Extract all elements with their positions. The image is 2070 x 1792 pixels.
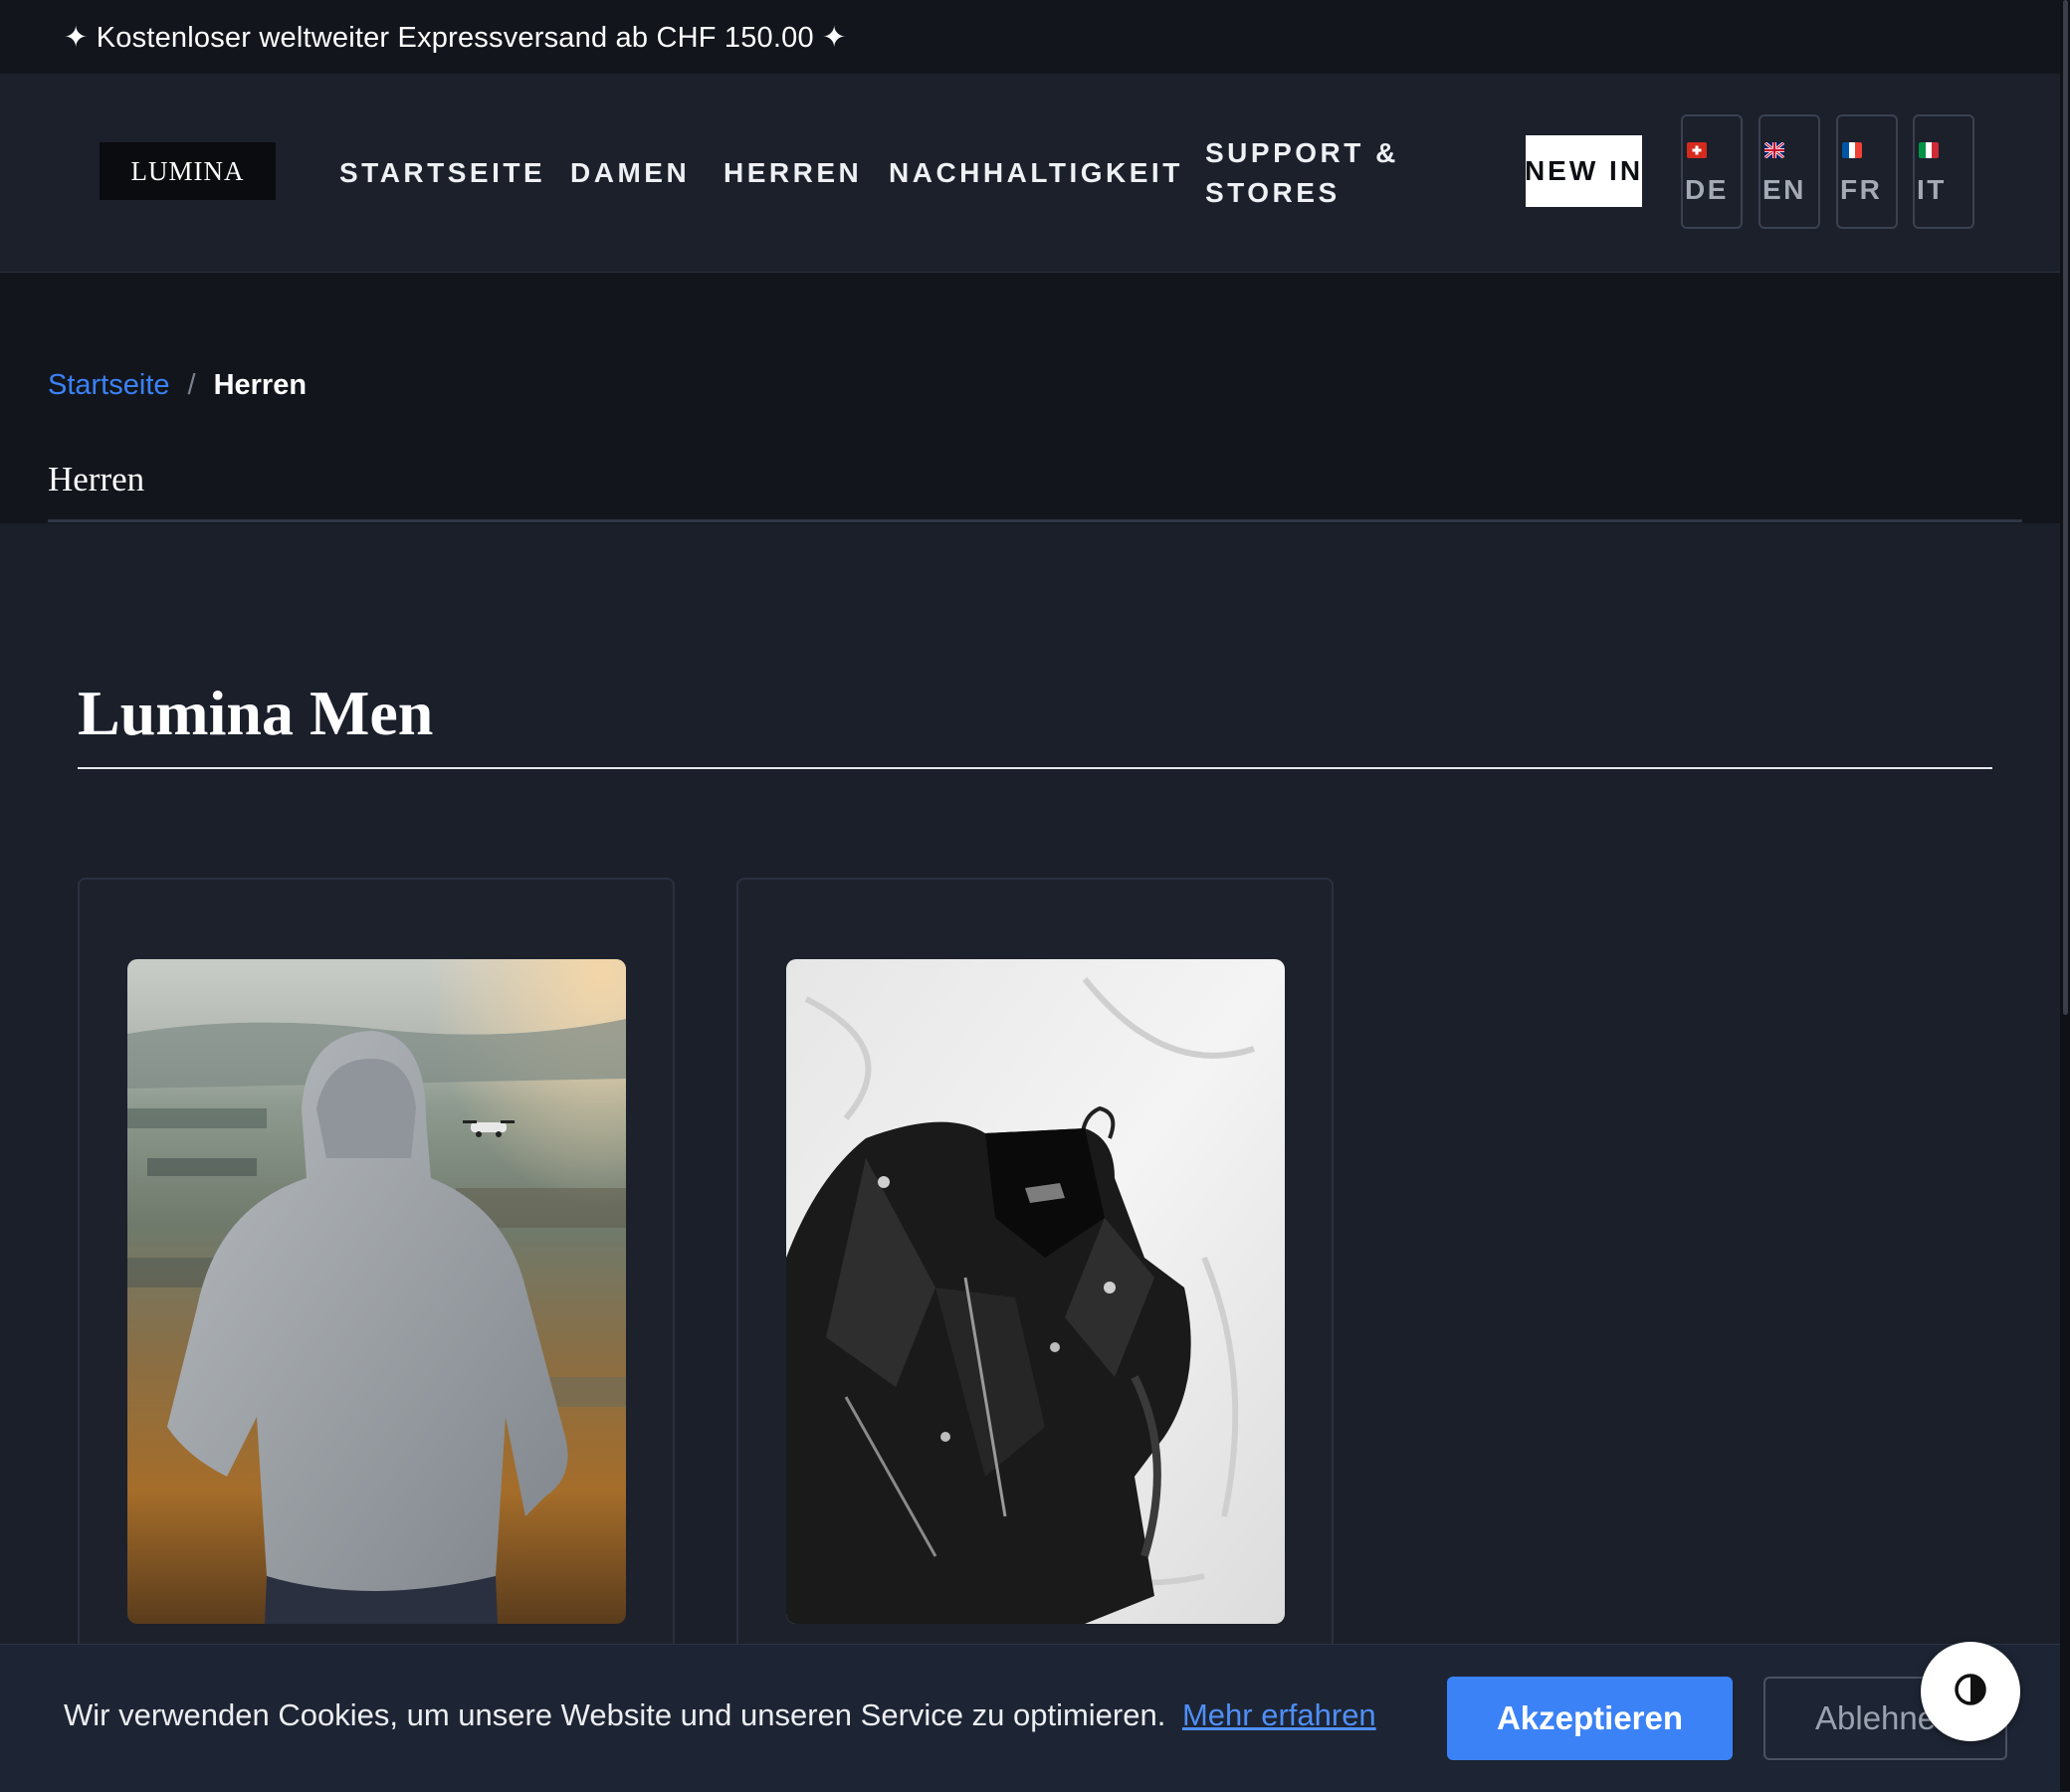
lang-button-de[interactable]: DE — [1681, 114, 1743, 229]
page-hero: Startseite / Herren Herren — [0, 273, 2060, 523]
man-in-grey-hoodie-photo[interactable] — [127, 959, 626, 1624]
section-divider — [78, 767, 1992, 769]
cookie-banner: Wir verwenden Cookies, um unsere Website… — [0, 1644, 2060, 1792]
site-header: LUMINA STARTSEITE DAMEN HERREN NACHHALTI… — [0, 74, 2060, 273]
breadcrumb-separator: / — [187, 369, 196, 401]
nav-item-support-line2: STORES — [1205, 177, 1341, 208]
nav-item-damen[interactable]: DAMEN — [570, 153, 690, 193]
flag-ch-icon — [1687, 142, 1707, 158]
nav-item-nachhaltigkeit[interactable]: NACHHALTIGKEIT — [889, 153, 1183, 193]
page-title: Herren — [48, 460, 145, 498]
announcement-text: ✦ Kostenloser weltweiter Expressversand … — [64, 21, 847, 54]
cookie-message: Wir verwenden Cookies, um unsere Website… — [64, 1697, 1166, 1732]
contrast-icon — [1953, 1672, 1988, 1712]
cookie-learn-more-link[interactable]: Mehr erfahren — [1182, 1697, 1376, 1732]
lang-code: IT — [1917, 174, 1947, 205]
lang-button-it[interactable]: IT — [1913, 114, 1974, 229]
product-card[interactable] — [736, 878, 1334, 1674]
black-leather-jacket-photo[interactable] — [786, 959, 1285, 1624]
flag-fr-icon — [1842, 142, 1862, 158]
breadcrumb-current: Herren — [213, 369, 308, 401]
flag-it-icon — [1919, 142, 1939, 158]
theme-toggle-button[interactable] — [1921, 1642, 2020, 1741]
flag-gb-icon — [1764, 142, 1784, 158]
lang-code: EN — [1762, 174, 1806, 205]
lang-button-fr[interactable]: FR — [1836, 114, 1898, 229]
lang-code: FR — [1840, 174, 1883, 205]
breadcrumb: Startseite / Herren — [48, 369, 307, 402]
cookie-text: Wir verwenden Cookies, um unsere Website… — [64, 1697, 1376, 1733]
nav-item-support-line1: SUPPORT & — [1205, 137, 1399, 168]
product-card[interactable] — [78, 878, 675, 1674]
scrollbar-thumb[interactable] — [2063, 0, 2068, 1015]
lang-button-en[interactable]: EN — [1759, 114, 1820, 229]
page-title-divider — [48, 519, 2022, 522]
nav-item-startseite[interactable]: STARTSEITE — [339, 153, 545, 193]
announcement-bar: ✦ Kostenloser weltweiter Expressversand … — [0, 0, 2060, 74]
logo[interactable]: LUMINA — [100, 142, 276, 200]
nav-item-support-stores[interactable]: SUPPORT & STORES — [1205, 133, 1399, 213]
lang-code: DE — [1685, 174, 1729, 205]
breadcrumb-home-link[interactable]: Startseite — [48, 369, 170, 402]
new-in-button[interactable]: NEW IN — [1525, 135, 1642, 207]
cookie-accept-button[interactable]: Akzeptieren — [1447, 1677, 1733, 1760]
section-title: Lumina Men — [78, 678, 434, 748]
nav-item-herren[interactable]: HERREN — [724, 153, 862, 193]
